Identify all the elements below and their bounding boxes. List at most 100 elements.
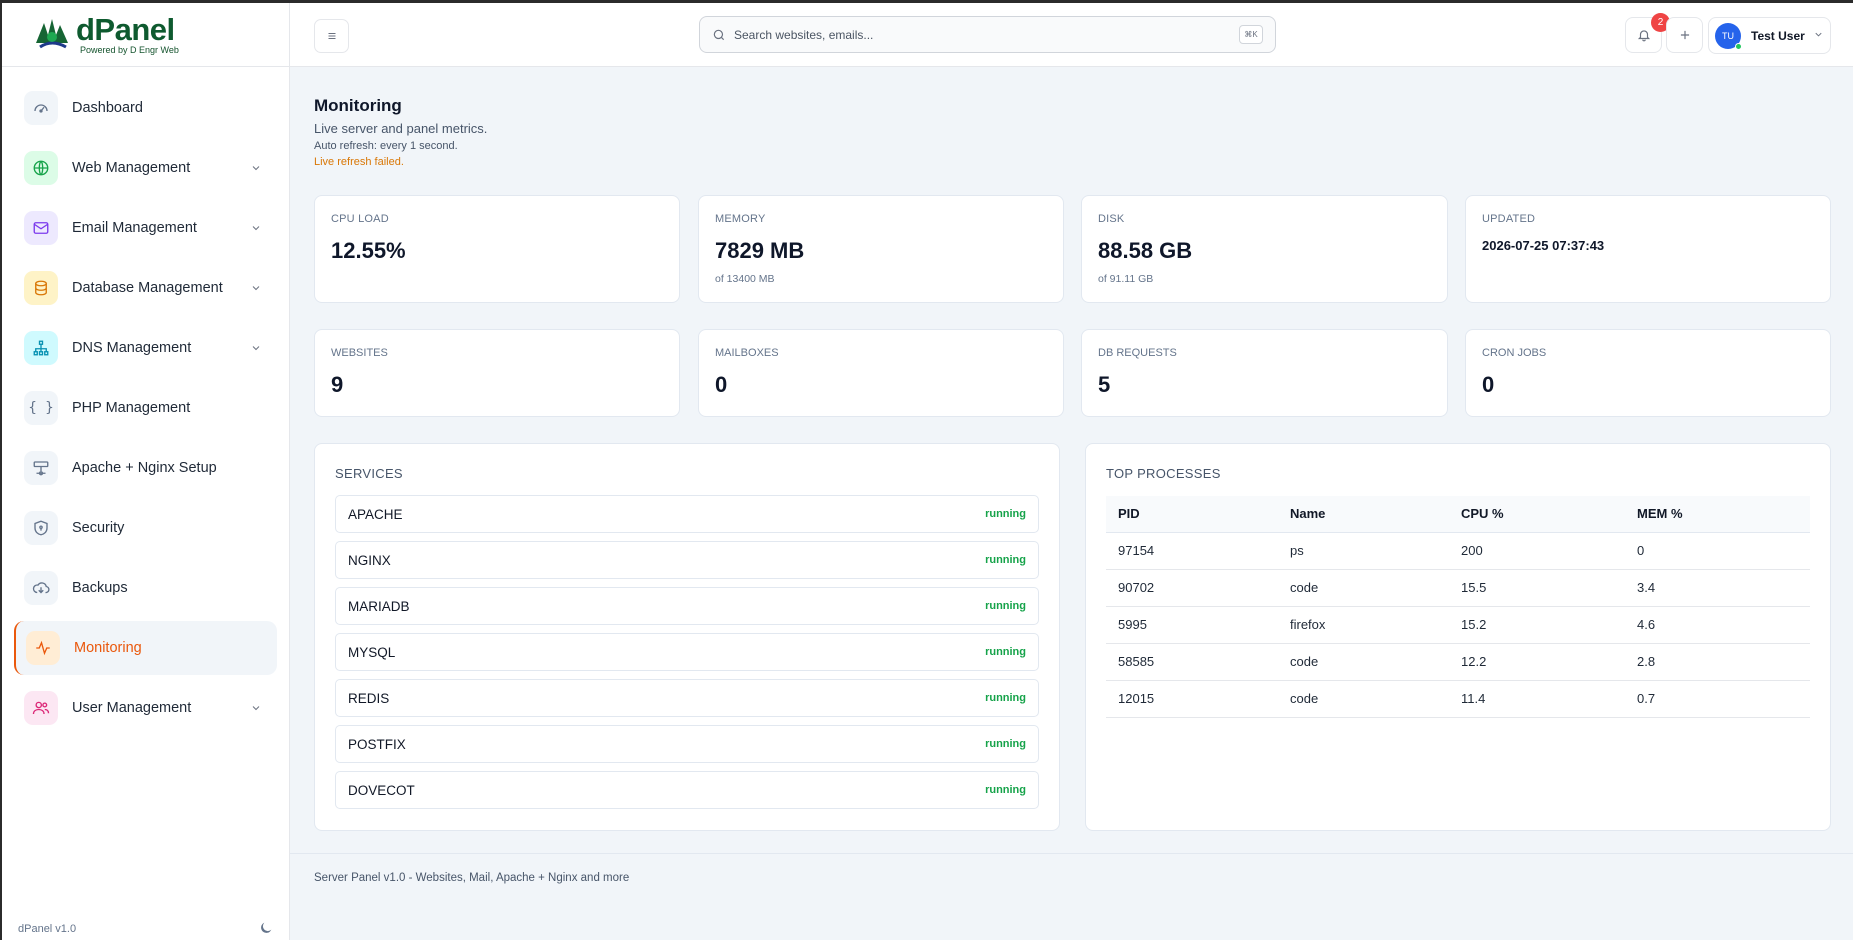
sidebar-footer: dPanel v1.0 (18, 918, 274, 940)
avatar: TU (1715, 22, 1742, 50)
stat-label: WEBSITES (331, 347, 388, 359)
pid-cell: 58585 (1106, 643, 1278, 681)
brand[interactable]: dPanel Powered by D Engr Web (2, 3, 289, 67)
table-row: 12015 code 11.4 0.7 (1106, 680, 1810, 718)
bell-icon (1637, 30, 1650, 42)
service-name: APACHE (348, 506, 403, 522)
service-name: NGINX (348, 552, 391, 568)
mail-icon (24, 211, 58, 245)
search-input[interactable] (734, 27, 1239, 42)
service-row: DOVECOT running (335, 771, 1039, 809)
sidebar-item-label: Dashboard (72, 100, 143, 116)
database-icon (24, 271, 58, 305)
sidebar-item-label: DNS Management (72, 340, 192, 356)
sidebar-item-apache-nginx[interactable]: Apache + Nginx Setup (14, 441, 277, 495)
cpu-cell: 11.4 (1449, 680, 1625, 718)
mem-cell: 0 (1625, 532, 1810, 570)
chevron-down-icon (247, 159, 265, 177)
sidebar-item-security[interactable]: Security (14, 501, 277, 555)
cpu-cell: 200 (1449, 532, 1625, 570)
sidebar-item-label: Backups (72, 580, 128, 596)
user-menu-button[interactable]: TU Test User (1708, 17, 1831, 54)
plus-icon (1680, 30, 1689, 40)
gauge-icon (24, 91, 58, 125)
stat-label: DISK (1098, 213, 1125, 225)
sidebar-item-dashboard[interactable]: Dashboard (14, 81, 277, 135)
sidebar: dPanel Powered by D Engr Web Dashboard W… (2, 3, 290, 940)
memory-card: MEMORY 7829 MB of 13400 MB (698, 195, 1064, 303)
main-content: Monitoring Live server and panel metrics… (290, 67, 1853, 940)
stat-subtext: of 91.11 GB (1098, 273, 1154, 285)
theme-toggle-moon-icon[interactable] (258, 920, 274, 939)
service-row: MYSQL running (335, 633, 1039, 671)
page-subtitle: Live server and panel metrics. (314, 121, 488, 136)
sidebar-item-label: Web Management (72, 160, 191, 176)
service-status: running (985, 784, 1026, 796)
sidebar-item-database-management[interactable]: Database Management (14, 261, 277, 315)
page-title: Monitoring (314, 96, 402, 115)
cpu-cell: 15.5 (1449, 569, 1625, 607)
stat-label: CPU LOAD (331, 213, 389, 225)
sidebar-item-user-management[interactable]: User Management (14, 681, 277, 735)
activity-icon (26, 631, 60, 665)
column-header-mem: MEM % (1625, 496, 1810, 533)
chevron-down-icon (247, 699, 265, 717)
add-button[interactable] (1666, 17, 1703, 53)
sidebar-item-dns-management[interactable]: DNS Management (14, 321, 277, 375)
cpu-cell: 15.2 (1449, 606, 1625, 644)
service-name: MARIADB (348, 598, 410, 614)
pid-cell: 90702 (1106, 569, 1278, 607)
refresh-error-message: Live refresh failed. (314, 156, 404, 168)
disk-card: DISK 88.58 GB of 91.11 GB (1081, 195, 1448, 303)
chevron-down-icon (1813, 27, 1824, 45)
service-status: running (985, 646, 1026, 658)
pid-cell: 12015 (1106, 680, 1278, 718)
sidebar-item-monitoring[interactable]: Monitoring (14, 621, 277, 675)
db-requests-card: DB REQUESTS 5 (1081, 329, 1448, 417)
stat-label: UPDATED (1482, 213, 1536, 225)
logo-icon (30, 13, 74, 57)
service-status: running (985, 692, 1026, 704)
pid-cell: 5995 (1106, 606, 1278, 644)
stat-label: DB REQUESTS (1098, 347, 1177, 359)
service-row: APACHE running (335, 495, 1039, 533)
sidebar-item-label: Monitoring (74, 640, 142, 656)
stat-value: 9 (331, 372, 344, 397)
stat-label: MAILBOXES (715, 347, 779, 359)
column-header-name: Name (1278, 496, 1449, 533)
service-name: POSTFIX (348, 736, 406, 752)
service-name: REDIS (348, 690, 390, 706)
stat-value: 0 (1482, 372, 1495, 397)
processes-table: PID Name CPU % MEM % 97154 ps 200 0 9070… (1106, 496, 1810, 718)
menu-toggle-button[interactable] (314, 19, 349, 53)
stat-label: CRON JOBS (1482, 347, 1547, 359)
cpu-cell: 12.2 (1449, 643, 1625, 681)
service-row: POSTFIX running (335, 725, 1039, 763)
table-row: 5995 firefox 15.2 4.6 (1106, 606, 1810, 644)
server-icon (24, 451, 58, 485)
service-status: running (985, 600, 1026, 612)
stat-value: 88.58 GB (1098, 238, 1193, 263)
stat-value: 5 (1098, 372, 1111, 397)
user-name: Test User (1751, 28, 1805, 43)
mem-cell: 3.4 (1625, 569, 1810, 607)
sidebar-item-label: Email Management (72, 220, 197, 236)
mem-cell: 2.8 (1625, 643, 1810, 681)
sidebar-item-web-management[interactable]: Web Management (14, 141, 277, 195)
sidebar-item-php-management[interactable]: { } PHP Management (14, 381, 277, 435)
search-bar[interactable]: ⌘K (699, 16, 1276, 53)
sidebar-nav: Dashboard Web Management Email Managemen… (2, 67, 289, 735)
stat-label: MEMORY (715, 213, 766, 225)
stat-value: 12.55% (331, 238, 406, 263)
notifications-button[interactable]: 2 (1625, 13, 1670, 53)
sidebar-item-email-management[interactable]: Email Management (14, 201, 277, 255)
page-footer: Server Panel v1.0 - Websites, Mail, Apac… (290, 853, 1853, 940)
panel-title: SERVICES (335, 466, 403, 481)
sidebar-item-backups[interactable]: Backups (14, 561, 277, 615)
service-status: running (985, 554, 1026, 566)
name-cell: code (1278, 643, 1449, 681)
pid-cell: 97154 (1106, 532, 1278, 570)
services-panel: SERVICES APACHE running NGINX running MA… (314, 443, 1060, 831)
sidebar-item-label: Database Management (72, 280, 223, 296)
service-status: running (985, 508, 1026, 520)
